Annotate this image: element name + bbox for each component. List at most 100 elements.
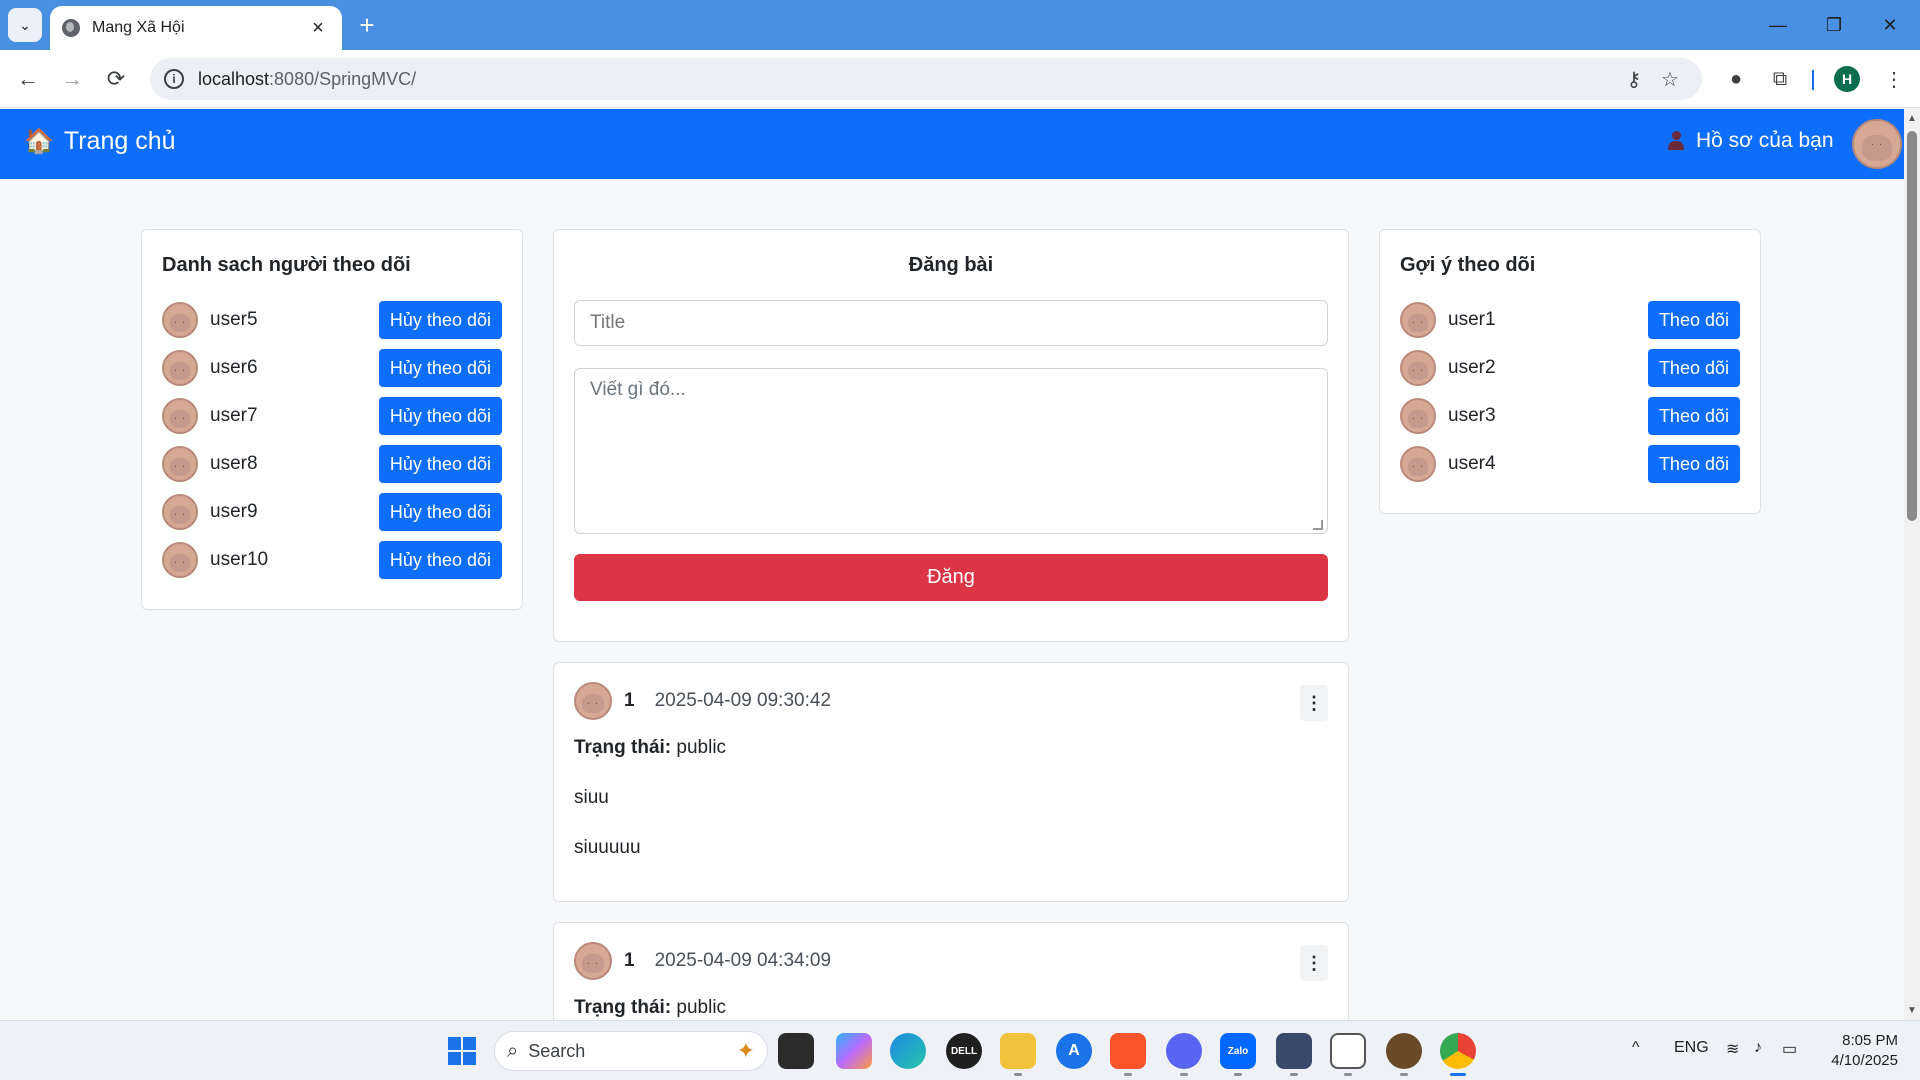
copilot-icon[interactable] <box>836 1033 872 1069</box>
list-item: user4 Theo dõi <box>1400 444 1740 484</box>
username: user8 <box>210 453 258 474</box>
avatar <box>1400 446 1436 482</box>
extension-app-icon[interactable]: ● <box>1718 61 1754 97</box>
dell-icon[interactable]: DELL <box>946 1033 982 1069</box>
avatar <box>1400 398 1436 434</box>
resize-handle-icon[interactable] <box>1313 520 1323 530</box>
post-card: 1 2025-04-09 09:30:42 ⋮ Trạng thái: publ… <box>553 662 1349 902</box>
battery-icon[interactable]: ▭ <box>1782 1039 1797 1059</box>
post-title: siuu <box>574 787 609 808</box>
restore-button[interactable]: ❐ <box>1806 0 1862 50</box>
page-scrollbar[interactable]: ▲ ▼ <box>1904 109 1920 1020</box>
tray-chevron-icon[interactable]: ^ <box>1632 1039 1640 1057</box>
avatar <box>162 398 198 434</box>
post-menu-button[interactable]: ⋮ <box>1300 945 1328 981</box>
site-info-icon[interactable]: i <box>164 69 184 89</box>
system-clock[interactable]: 8:05 PM 4/10/2025 <box>1822 1031 1898 1071</box>
new-tab-button[interactable]: + <box>352 10 382 40</box>
chrome-icon[interactable] <box>1440 1033 1476 1069</box>
scroll-down-icon[interactable]: ▼ <box>1907 1005 1917 1016</box>
unfollow-button[interactable]: Hủy theo dõi <box>378 445 502 483</box>
unfollow-button[interactable]: Hủy theo dõi <box>378 397 502 435</box>
app-icon[interactable] <box>1386 1033 1422 1069</box>
language-indicator[interactable]: ENG <box>1674 1039 1709 1057</box>
puzzle-icon[interactable]: ⧉ <box>1762 61 1798 97</box>
task-view-icon[interactable] <box>778 1033 814 1069</box>
post-submit-button[interactable]: Đăng <box>574 554 1328 601</box>
search-highlight-icon: ✦ <box>736 1038 755 1063</box>
running-indicator <box>1290 1073 1298 1076</box>
forward-button[interactable]: → <box>54 61 90 97</box>
browser-profile-avatar[interactable]: H <box>1834 66 1860 92</box>
back-button[interactable]: ← <box>10 61 46 97</box>
username: user10 <box>210 549 269 570</box>
clock-time: 8:05 PM <box>1842 1032 1898 1049</box>
chevron-down-icon: ⌄ <box>19 16 31 33</box>
more-menu-icon[interactable]: ⋮ <box>1876 61 1912 97</box>
edge-icon[interactable] <box>890 1033 926 1069</box>
discord-icon[interactable] <box>1166 1033 1202 1069</box>
wifi-icon[interactable]: ≋ <box>1726 1039 1739 1059</box>
follow-button[interactable]: Theo dõi <box>1647 445 1740 483</box>
unfollow-button[interactable]: Hủy theo dõi <box>378 301 502 339</box>
browser-tab[interactable]: Mang Xã Hội × <box>50 6 342 50</box>
minimize-button[interactable]: — <box>1750 0 1806 50</box>
username: user7 <box>210 405 258 426</box>
reload-button[interactable]: ⟳ <box>98 61 134 97</box>
taskbar-search-label: Search <box>528 1040 586 1061</box>
follow-button[interactable]: Theo dõi <box>1647 301 1740 339</box>
volume-icon[interactable]: ♪ <box>1754 1039 1762 1057</box>
browser-toolbar: ← → ⟳ i localhost:8080/SpringMVC/ ⚷ ☆ ● … <box>0 50 1920 108</box>
post-menu-button[interactable]: ⋮ <box>1300 685 1328 721</box>
windows-start-icon[interactable] <box>448 1037 476 1065</box>
post-status: Trạng thái: public <box>574 737 726 759</box>
os-taskbar: ⌕ Search ✦ DELL A Zalo ^ ENG ≋ ♪ ▭ 8:05 … <box>0 1020 1920 1080</box>
star-icon[interactable]: ☆ <box>1652 67 1688 92</box>
browser-tab-bar: ⌄ Mang Xã Hội × + — ❐ ✕ <box>0 0 1920 50</box>
post-body-placeholder: Viết gì đó... <box>590 379 686 400</box>
post-title-input[interactable] <box>574 300 1328 346</box>
post-content: siuuuuu <box>574 837 641 858</box>
running-indicator <box>1234 1073 1242 1076</box>
list-item: user1 Theo dõi <box>1400 300 1740 340</box>
unfollow-button[interactable]: Hủy theo dõi <box>378 349 502 387</box>
brave-icon[interactable] <box>1110 1033 1146 1069</box>
list-item: user8 Hủy theo dõi <box>162 444 502 484</box>
tab-search-button[interactable]: ⌄ <box>8 8 42 42</box>
post-body-textarea[interactable]: Viết gì đó... <box>574 368 1328 534</box>
scroll-up-icon[interactable]: ▲ <box>1907 113 1917 124</box>
avatar <box>162 542 198 578</box>
person-icon <box>1668 131 1684 151</box>
zalo-icon[interactable]: Zalo <box>1220 1033 1256 1069</box>
username: user2 <box>1448 357 1496 378</box>
unfollow-button[interactable]: Hủy theo dõi <box>378 493 502 531</box>
post-author: 1 <box>624 690 635 711</box>
profile-link[interactable]: Hồ sơ của bạn <box>1668 129 1834 153</box>
follow-button[interactable]: Theo dõi <box>1647 349 1740 387</box>
taskbar-search[interactable]: ⌕ Search ✦ <box>494 1031 768 1071</box>
document-icon[interactable] <box>1330 1033 1366 1069</box>
post-header: 1 2025-04-09 09:30:42 <box>574 681 831 721</box>
game-icon[interactable] <box>1276 1033 1312 1069</box>
url-text: localhost:8080/SpringMVC/ <box>198 68 417 89</box>
key-icon[interactable]: ⚷ <box>1616 67 1652 92</box>
avatar <box>574 942 612 980</box>
list-item: user6 Hủy theo dõi <box>162 348 502 388</box>
running-indicator <box>1014 1073 1022 1076</box>
scrollbar-thumb[interactable] <box>1907 131 1917 521</box>
address-bar[interactable]: i localhost:8080/SpringMVC/ ⚷ ☆ <box>150 58 1702 100</box>
running-indicator <box>1400 1073 1408 1076</box>
toolbar-divider <box>1812 70 1814 90</box>
unfollow-button[interactable]: Hủy theo dõi <box>378 541 502 579</box>
home-link[interactable]: 🏠 Trang chủ <box>24 127 176 156</box>
follow-button[interactable]: Theo dõi <box>1647 397 1740 435</box>
search-icon: ⌕ <box>507 1039 519 1062</box>
close-window-button[interactable]: ✕ <box>1862 0 1918 50</box>
composer-card: Đăng bài Viết gì đó... Đăng <box>553 229 1349 642</box>
post-status: Trạng thái: public <box>574 997 726 1019</box>
file-explorer-icon[interactable] <box>1000 1033 1036 1069</box>
store-icon[interactable]: A <box>1056 1033 1092 1069</box>
avatar[interactable] <box>1852 119 1902 169</box>
username: user5 <box>210 309 258 330</box>
tab-close-icon[interactable]: × <box>306 17 330 40</box>
